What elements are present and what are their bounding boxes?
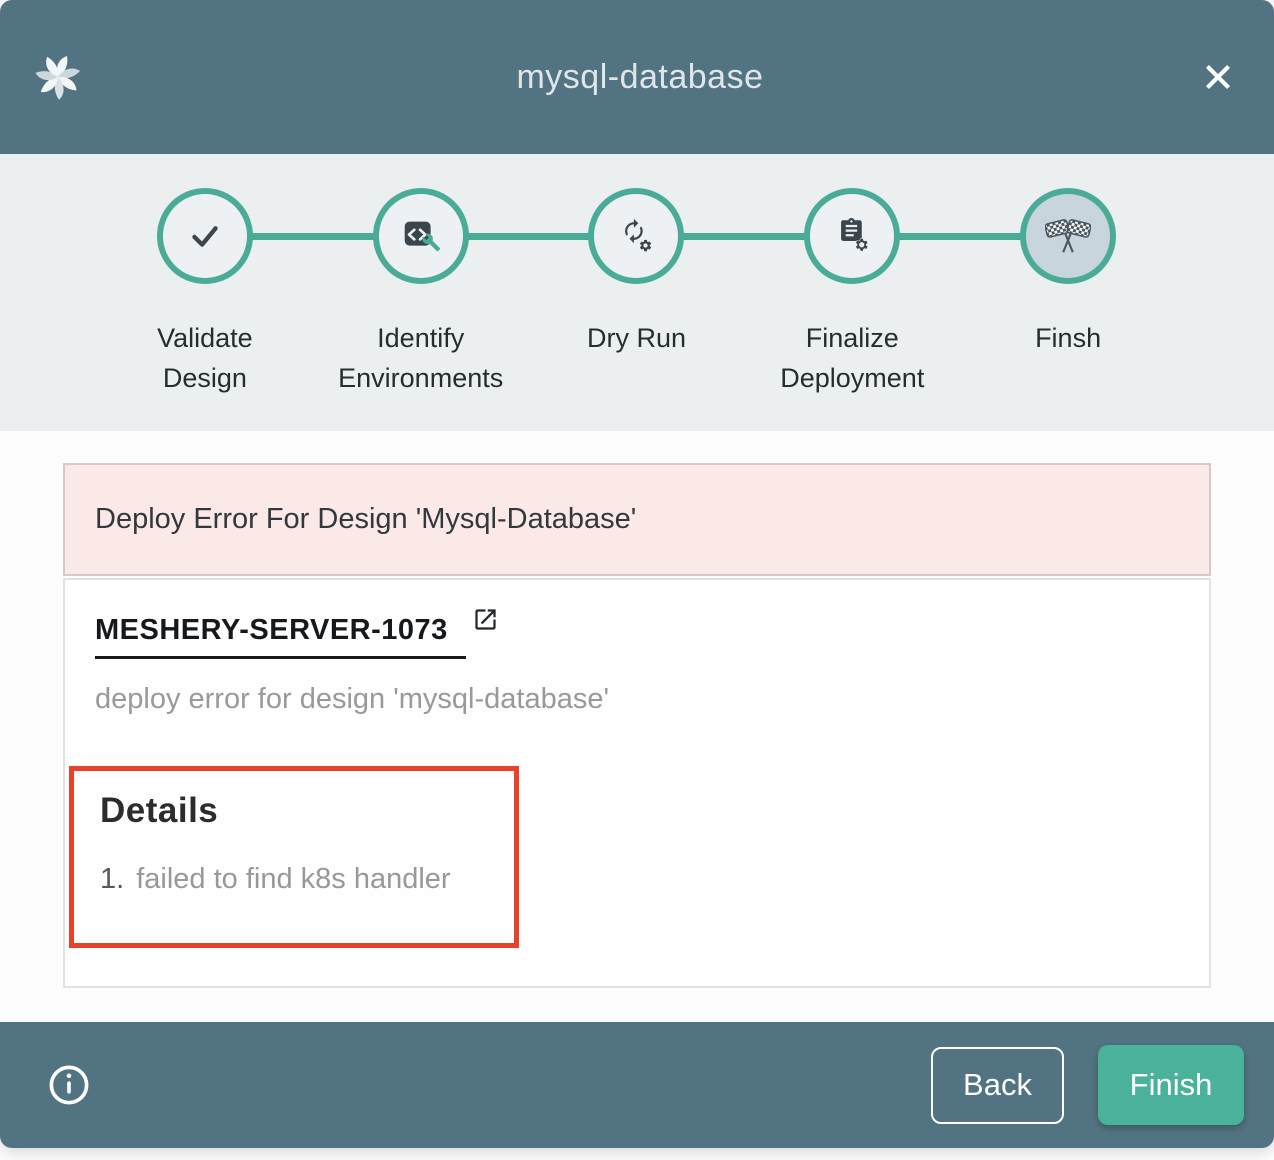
finish-button[interactable]: Finish	[1098, 1045, 1244, 1125]
modal-body: Deploy Error For Design 'Mysql-Database'…	[0, 431, 1274, 1022]
error-code-link[interactable]: MESHERY-SERVER-1073	[95, 614, 466, 659]
error-summary-text: deploy error for design 'mysql-database'	[95, 683, 1179, 716]
step-dry-run: Dry Run	[529, 154, 745, 431]
step-validate-design-indicator	[157, 188, 253, 284]
back-button[interactable]: Back	[931, 1047, 1064, 1124]
meshery-pinwheel-icon	[34, 51, 84, 103]
deployment-modal: mysql-database Vali	[0, 0, 1274, 1148]
info-button[interactable]	[44, 1060, 94, 1110]
modal-header: mysql-database	[0, 0, 1274, 154]
deployment-stepper: Validate Design	[0, 154, 1274, 431]
details-heading: Details	[100, 791, 488, 831]
footer-actions: Back Finish	[931, 1045, 1244, 1125]
details-list: 1. failed to find k8s handler	[100, 863, 488, 896]
step-identify-environments-indicator	[373, 188, 469, 284]
step-label: Identify Environments	[338, 318, 503, 398]
details-list-item: 1. failed to find k8s handler	[100, 863, 488, 896]
step-validate-design: Validate Design	[97, 154, 313, 431]
checkered-flags-icon	[1045, 213, 1091, 259]
error-banner-title: Deploy Error For Design 'Mysql-Database'	[95, 503, 636, 536]
clipboard-gear-icon	[829, 213, 875, 259]
close-button[interactable]	[1196, 55, 1240, 99]
close-x-icon	[1199, 58, 1237, 96]
step-label: Finalize Deployment	[780, 318, 924, 398]
details-item-text: failed to find k8s handler	[136, 863, 450, 896]
error-code-row: MESHERY-SERVER-1073	[95, 614, 1179, 659]
page: mysql-database Vali	[0, 0, 1274, 1160]
step-identify-environments: Identify Environments	[313, 154, 529, 431]
step-label: Validate Design	[157, 318, 253, 398]
error-details-highlight-box: Details 1. failed to find k8s handler	[69, 766, 519, 948]
checkmark-icon	[182, 213, 228, 259]
code-window-wrench-icon	[398, 213, 444, 259]
step-label: Finsh	[1035, 318, 1101, 358]
modal-title: mysql-database	[84, 58, 1196, 97]
error-detail-panel: MESHERY-SERVER-1073 deploy error for des…	[63, 578, 1211, 988]
sync-gear-icon	[613, 213, 659, 259]
modal-footer: Back Finish	[0, 1022, 1274, 1148]
step-finalize-deployment-indicator	[804, 188, 900, 284]
error-banner: Deploy Error For Design 'Mysql-Database'	[63, 463, 1211, 576]
info-circle-icon	[46, 1062, 92, 1108]
step-finish-indicator	[1020, 188, 1116, 284]
step-label: Dry Run	[587, 318, 686, 358]
step-finalize-deployment: Finalize Deployment	[744, 154, 960, 431]
step-dry-run-indicator	[588, 188, 684, 284]
step-finish: Finsh	[960, 154, 1176, 431]
external-link-icon[interactable]	[472, 606, 499, 633]
details-item-number: 1.	[100, 863, 124, 896]
